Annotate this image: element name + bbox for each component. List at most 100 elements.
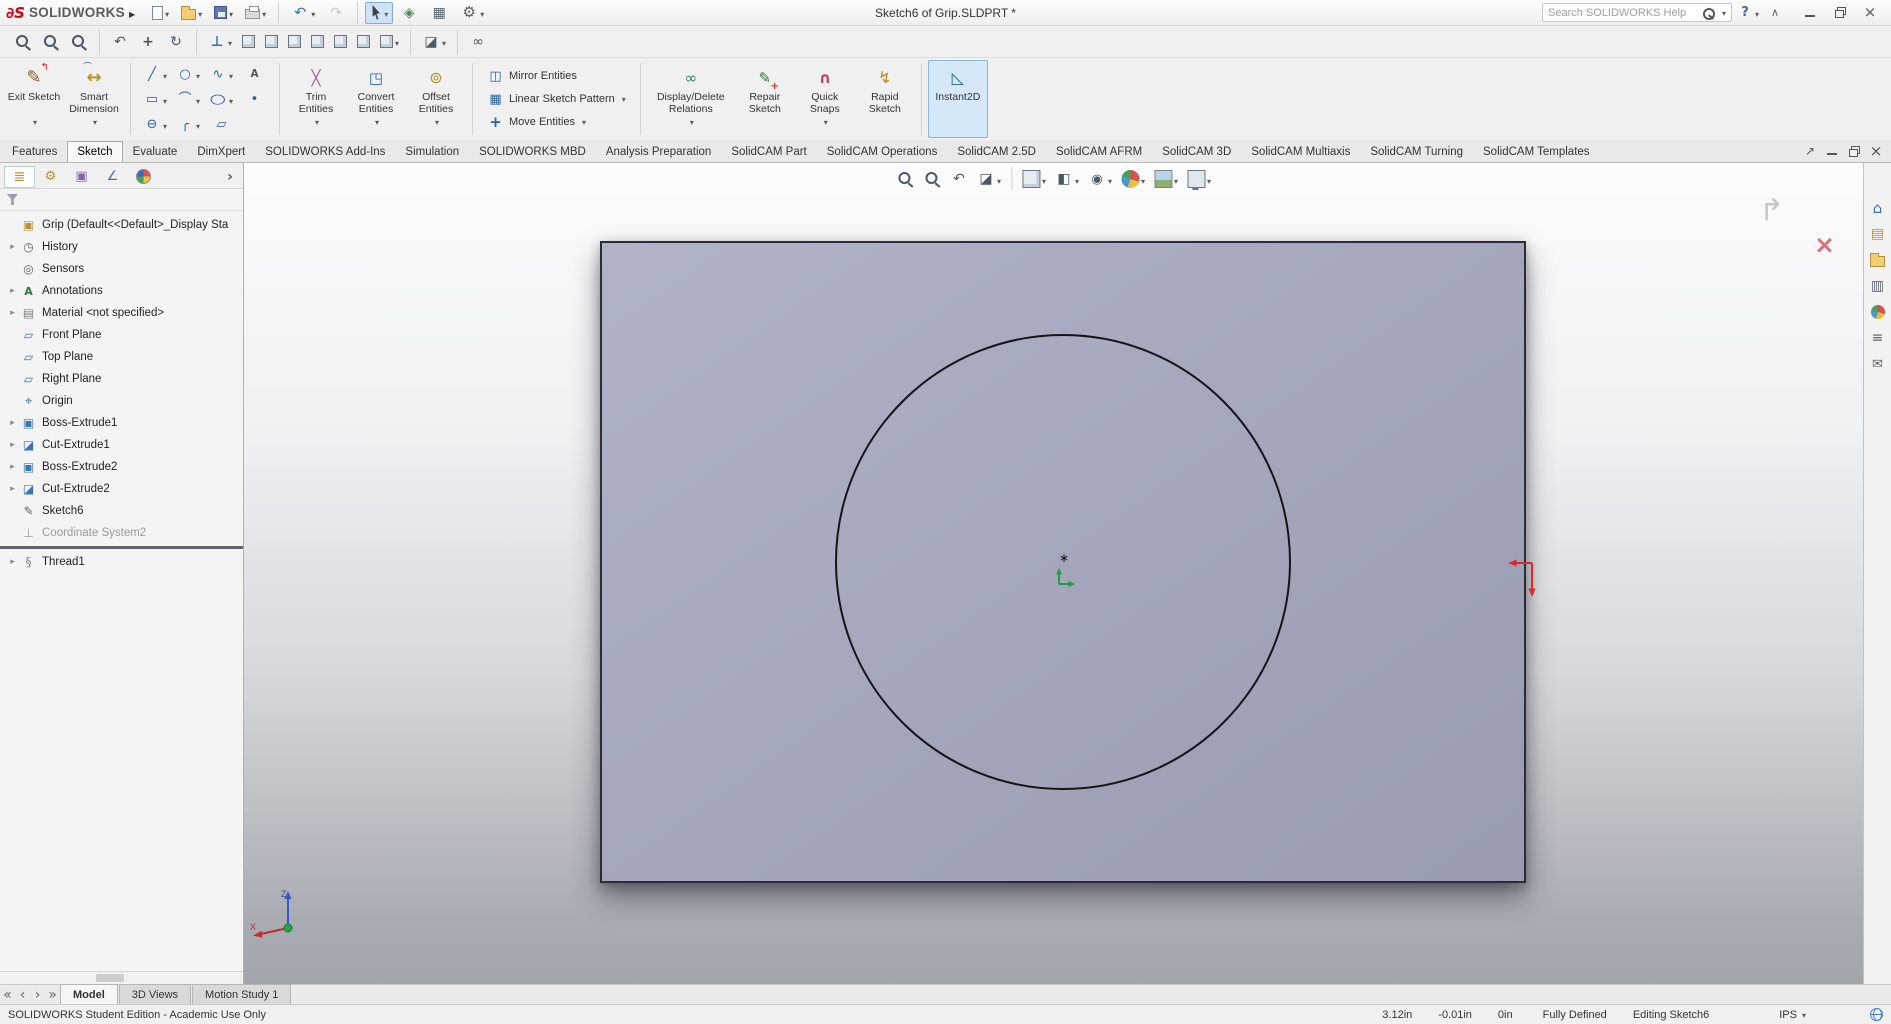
sketch-tool-button[interactable] (139, 62, 172, 87)
ribbon-row-button[interactable]: Move Entities (483, 112, 630, 133)
tree-item[interactable]: Boss-Extrude1 (0, 412, 243, 434)
ribbon-tab[interactable]: SolidCAM Templates (1473, 141, 1600, 162)
expand-arrow-icon[interactable] (6, 242, 19, 252)
view-tool-button[interactable] (465, 29, 491, 55)
sketch-tool-button[interactable] (205, 87, 238, 112)
view-tool-button[interactable] (353, 29, 374, 55)
origin-marker[interactable] (1052, 565, 1078, 591)
ribbon-tab[interactable]: SolidCAM Turning (1360, 141, 1473, 162)
toolbar-button[interactable] (209, 2, 238, 24)
scrollbar-thumb[interactable] (96, 974, 124, 982)
expand-arrow-icon[interactable] (6, 506, 19, 516)
tree-item[interactable]: Thread1 (0, 551, 243, 573)
view-tool-button[interactable] (307, 29, 328, 55)
expand-arrow-icon[interactable] (6, 462, 19, 472)
task-pane-tab[interactable] (1866, 223, 1890, 245)
instant2d-button[interactable]: Instant2D (928, 60, 988, 138)
toolbar-button[interactable] (240, 2, 271, 24)
dropdown-caret-icon[interactable] (1139, 172, 1145, 187)
task-pane-tab[interactable] (1866, 301, 1890, 323)
ribbon-button[interactable]: Trim Entities (286, 60, 346, 138)
dropdown-caret-icon[interactable] (1073, 172, 1079, 187)
toolbar-button[interactable] (147, 2, 174, 24)
ribbon-tab[interactable]: Analysis Preparation (596, 141, 721, 162)
window-restore-button[interactable] (1825, 2, 1855, 24)
tree-item[interactable]: Sensors (0, 258, 243, 280)
tree-item[interactable]: Coordinate System2 (0, 522, 243, 544)
dropdown-caret-icon[interactable] (161, 92, 167, 107)
hud-tool-button[interactable] (1011, 167, 1012, 191)
view-tool-button[interactable] (410, 29, 411, 55)
sketch-tool-button[interactable] (205, 112, 238, 137)
view-tool-button[interactable] (196, 29, 197, 55)
toolbar-button[interactable] (425, 2, 453, 24)
view-tool-button[interactable] (238, 29, 259, 55)
toolbar-button[interactable] (278, 2, 279, 24)
tree-item[interactable]: Material <not specified> (0, 302, 243, 324)
expand-arrow-icon[interactable] (6, 374, 19, 384)
tree-item[interactable] (0, 546, 243, 549)
ribbon-button[interactable]: Repair Sketch (735, 60, 795, 138)
view-tool-button[interactable] (376, 29, 403, 55)
sketch-tool-button[interactable] (172, 62, 205, 87)
exit-sketch-button[interactable]: Exit Sketch (4, 60, 64, 138)
ribbon-tab[interactable]: DimXpert (187, 141, 255, 162)
tree-item[interactable]: History (0, 236, 243, 258)
hud-tool-button[interactable] (1051, 167, 1083, 191)
expand-arrow-icon[interactable] (6, 264, 19, 274)
view-tool-button[interactable] (38, 29, 64, 55)
window-minimize-button[interactable] (1795, 2, 1825, 24)
toolbar-button[interactable] (455, 2, 489, 24)
tree-item[interactable]: Cut-Extrude2 (0, 478, 243, 500)
dropdown-caret-icon[interactable] (260, 5, 266, 20)
ribbon-button[interactable]: Offset Entities (406, 60, 466, 138)
expand-arrow-icon[interactable] (6, 440, 19, 450)
ribbon-tab[interactable]: SolidCAM AFRM (1046, 141, 1152, 162)
tab-nav-button[interactable] (30, 985, 45, 1004)
dropdown-caret-icon[interactable] (688, 116, 694, 128)
dropdown-caret-icon[interactable] (161, 117, 167, 132)
search-icon[interactable] (1701, 6, 1715, 20)
dropdown-caret-icon[interactable] (1205, 172, 1211, 187)
task-pane-tab[interactable] (1866, 275, 1890, 297)
globe-icon[interactable] (1870, 1008, 1883, 1021)
collapse-button[interactable] (1764, 2, 1786, 24)
ribbon-button[interactable]: Convert Entities (346, 60, 406, 138)
hud-tool-button[interactable] (1117, 167, 1149, 191)
dropdown-caret-icon[interactable] (226, 34, 232, 49)
tree-item[interactable]: Boss-Extrude2 (0, 456, 243, 478)
dropdown-caret-icon[interactable] (196, 5, 202, 20)
sketch-tool-button[interactable] (172, 112, 205, 137)
dropdown-caret-icon[interactable] (194, 92, 200, 107)
sketch-tool-button[interactable] (139, 87, 172, 112)
task-pane-tab[interactable] (1866, 353, 1890, 375)
hud-tool-button[interactable] (1150, 167, 1182, 191)
dropdown-caret-icon[interactable] (580, 116, 586, 128)
part-face[interactable] (600, 241, 1526, 883)
task-pane-tab[interactable] (1866, 327, 1890, 349)
hud-tool-button[interactable] (1084, 167, 1116, 191)
toolbar-button[interactable] (176, 2, 207, 24)
view-tool-button[interactable] (163, 29, 189, 55)
toolbar-button[interactable] (286, 2, 320, 24)
dropdown-caret-icon[interactable] (1040, 172, 1046, 187)
dropdown-caret-icon[interactable] (433, 116, 439, 128)
tab-nav-button[interactable] (0, 985, 15, 1004)
smart-dimension-button[interactable]: Smart Dimension (64, 60, 124, 138)
dropdown-caret-icon[interactable] (440, 34, 446, 49)
view-tool-button[interactable] (457, 29, 458, 55)
toolbar-button[interactable] (357, 2, 358, 24)
expand-arrow-icon[interactable] (6, 220, 19, 230)
ribbon-button[interactable]: Quick Snaps (795, 60, 855, 138)
document-tab[interactable]: Motion Study 1 (192, 984, 291, 1004)
view-tool-button[interactable] (261, 29, 282, 55)
window-close-button[interactable] (1855, 2, 1885, 24)
solidworks-logo[interactable]: SOLIDWORKS (6, 4, 135, 22)
ribbon-tab[interactable]: Evaluate (123, 141, 188, 162)
help-button[interactable] (1737, 2, 1759, 24)
hud-tool-button[interactable] (892, 167, 918, 191)
expand-arrow-icon[interactable] (6, 528, 19, 538)
ribbon-tab[interactable]: SolidCAM Multiaxis (1241, 141, 1360, 162)
doc-window-button[interactable] (1844, 142, 1864, 160)
dropdown-caret-icon[interactable] (309, 5, 315, 20)
